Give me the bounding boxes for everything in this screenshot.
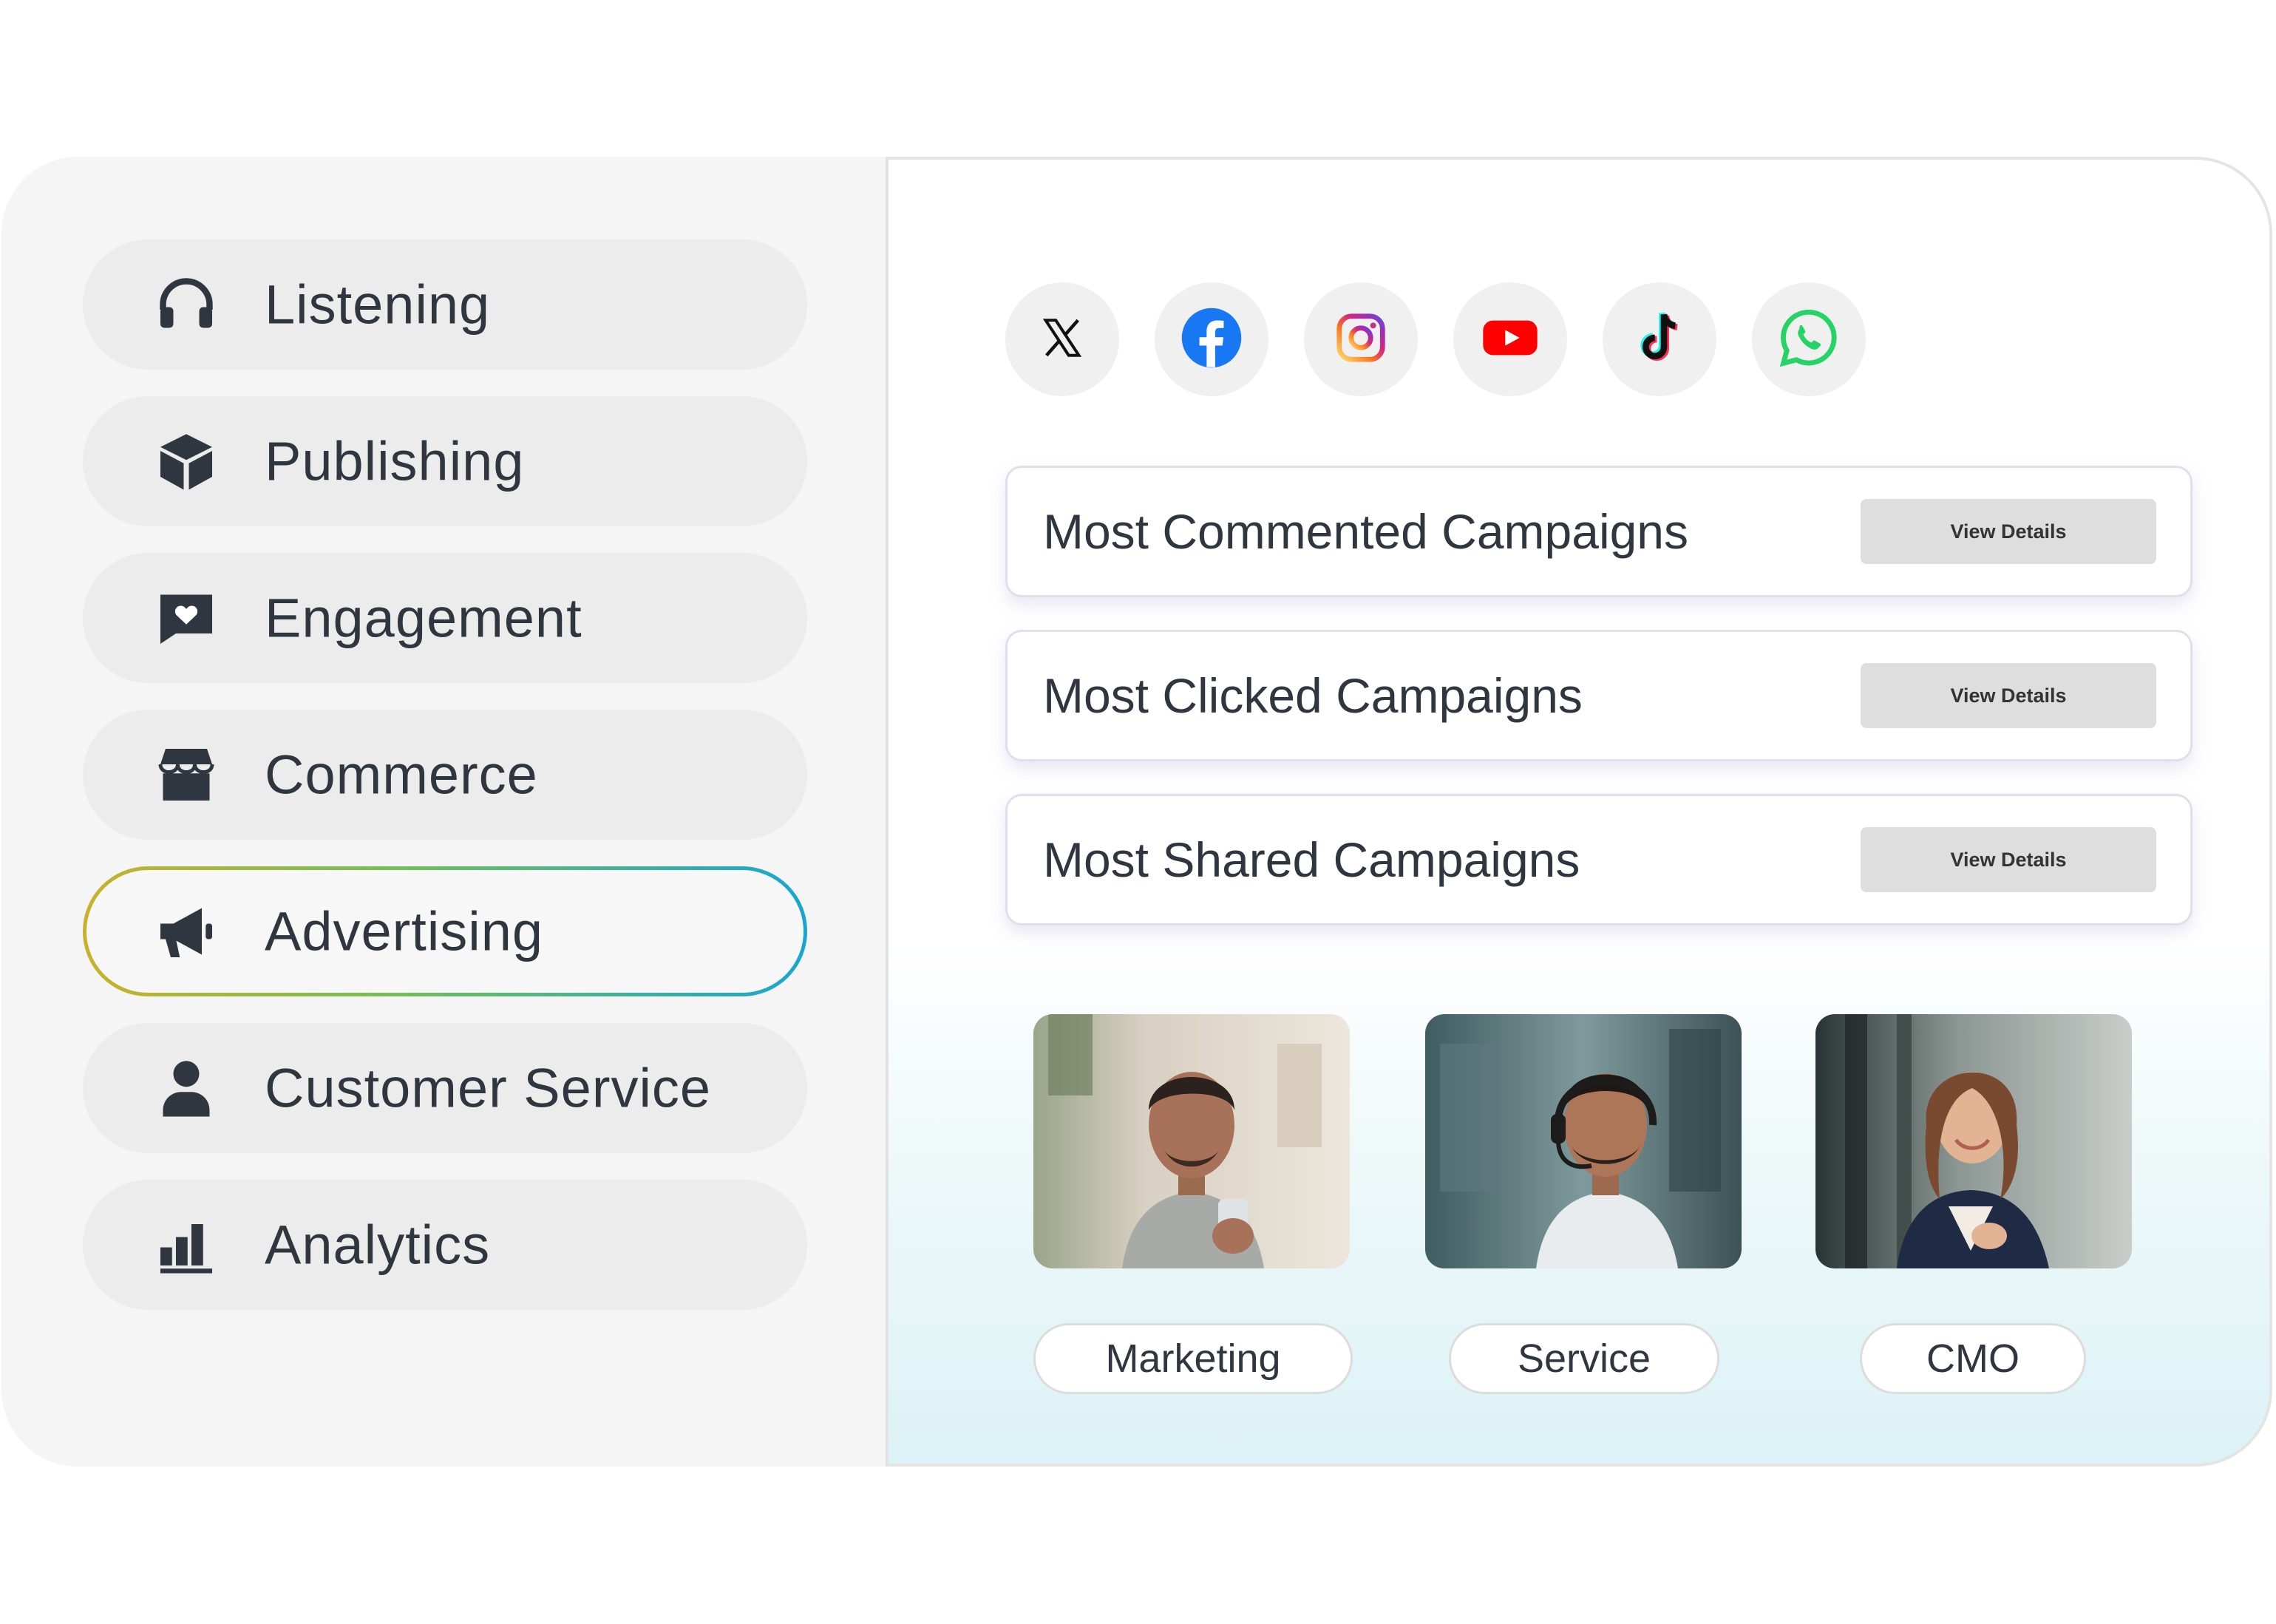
view-details-button[interactable]: View Details [1861,499,2156,564]
sidebar-item-listening[interactable]: Listening [83,239,807,370]
campaign-title: Most Commented Campaigns [1043,504,1689,559]
sidebar-item-label: Analytics [265,1214,491,1276]
tiktok-icon [1630,308,1689,371]
campaign-title: Most Shared Campaigns [1043,832,1580,887]
sidebar-item-publishing[interactable]: Publishing [83,396,807,526]
megaphone-icon [155,900,217,962]
view-details-button[interactable]: View Details [1861,827,2156,892]
social-facebook[interactable] [1155,282,1268,396]
sidebar-item-analytics[interactable]: Analytics [83,1180,807,1310]
storefront-icon [155,744,217,806]
social-whatsapp[interactable] [1752,282,1866,396]
sidebar-item-label: Customer Service [265,1057,712,1119]
service-photo [1425,1014,1742,1268]
social-youtube[interactable] [1453,282,1567,396]
main-panel: Most Commented Campaigns View Details Mo… [886,157,2272,1467]
marketing-photo [1033,1014,1350,1268]
social-x[interactable] [1005,282,1119,396]
sidebar-item-label: Engagement [265,587,582,649]
team-pill-service[interactable]: Service [1449,1323,1719,1394]
sidebar-item-customer-service[interactable]: Customer Service [83,1023,807,1153]
social-instagram[interactable] [1304,282,1418,396]
sidebar-item-label: Listening [265,274,491,336]
whatsapp-icon [1777,306,1841,373]
campaign-card-clicked: Most Clicked Campaigns View Details [1005,630,2192,761]
bar-chart-icon [155,1214,217,1276]
person-icon [155,1057,217,1119]
team-pill-cmo[interactable]: CMO [1860,1323,2086,1394]
cube-icon [155,430,217,492]
view-details-button[interactable]: View Details [1861,663,2156,728]
app-card: Listening Publishing Engagement Commerce… [1,157,2272,1467]
campaign-title: Most Clicked Campaigns [1043,668,1583,723]
sidebar-item-engagement[interactable]: Engagement [83,553,807,683]
sidebar: Listening Publishing Engagement Commerce… [1,157,886,1467]
sidebar-item-label: Publishing [265,430,525,492]
heart-message-icon [155,587,217,649]
team-pill-marketing[interactable]: Marketing [1033,1323,1353,1394]
sidebar-item-commerce[interactable]: Commerce [83,710,807,840]
headphones-icon [155,274,217,336]
campaign-card-shared: Most Shared Campaigns View Details [1005,794,2192,925]
facebook-icon [1181,307,1243,373]
cmo-photo [1815,1014,2132,1268]
social-tiktok[interactable] [1603,282,1716,396]
instagram-icon [1334,310,1388,369]
sidebar-item-advertising[interactable]: Advertising [83,866,807,996]
youtube-icon [1481,308,1540,371]
sidebar-item-label: Commerce [265,744,538,806]
sidebar-item-label: Advertising [265,900,544,962]
campaign-card-commented: Most Commented Campaigns View Details [1005,466,2192,597]
x-icon [1040,316,1084,364]
